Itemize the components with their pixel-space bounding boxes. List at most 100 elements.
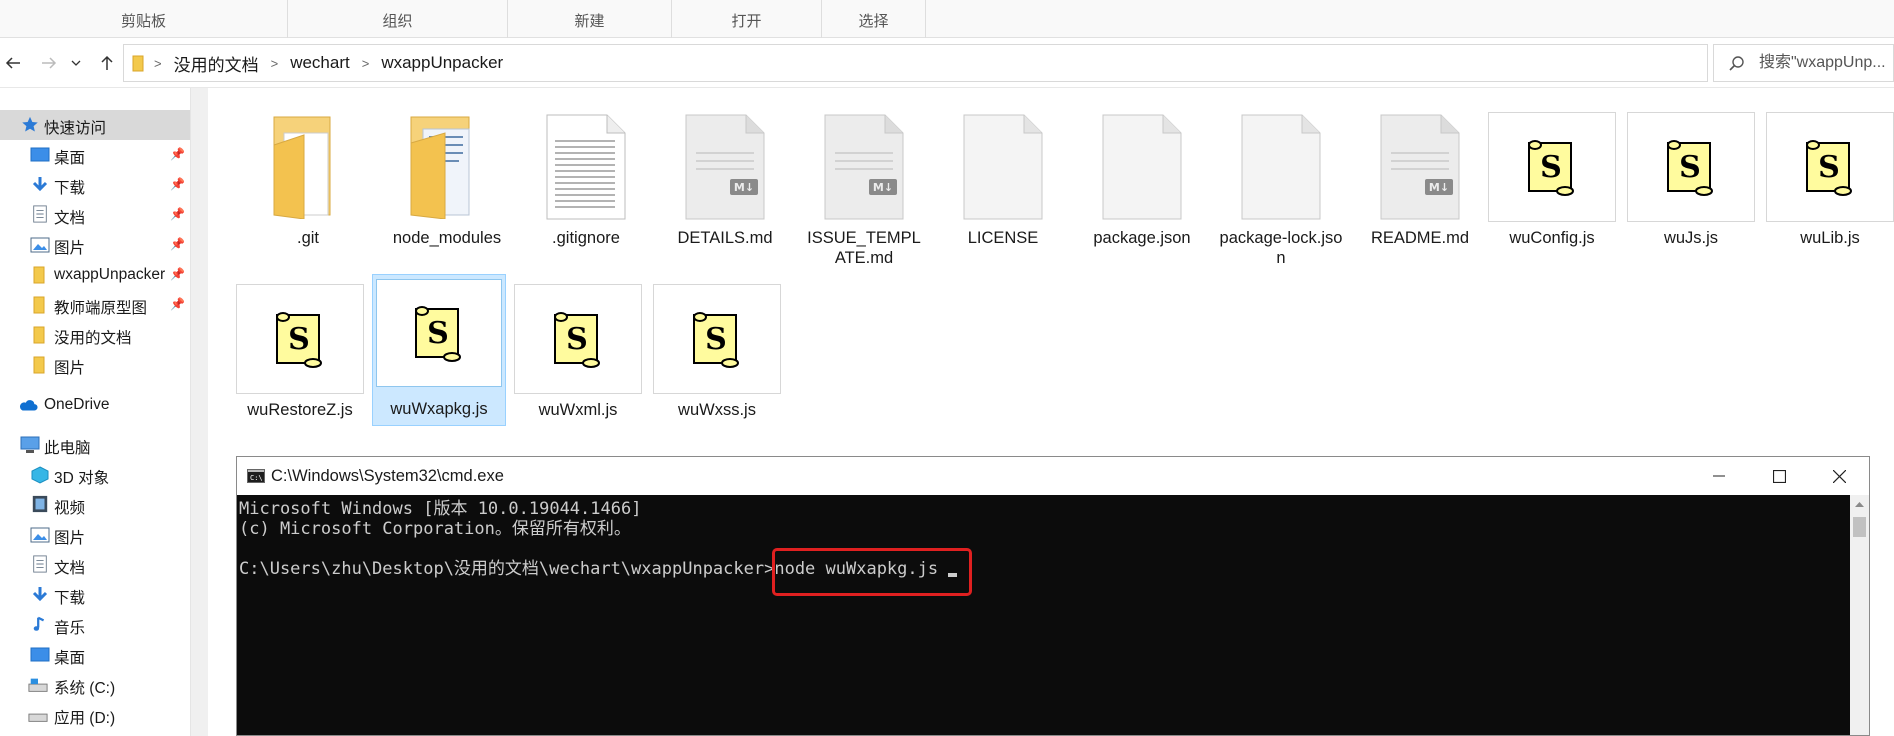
markdown-file-icon: M↓: [661, 112, 789, 222]
sidebar-item-onedrive[interactable]: OneDrive: [0, 390, 190, 420]
address-bar-row: > 没用的文档 > wechart > wxappUnpacker: [0, 38, 1894, 88]
minimize-button[interactable]: [1689, 457, 1749, 495]
sidebar-item-desktop[interactable]: 桌面 📌: [0, 140, 190, 170]
sidebar-item-quick-access[interactable]: 快速访问: [0, 110, 190, 140]
file-item-license[interactable]: LICENSE: [939, 98, 1067, 268]
search-box[interactable]: [1713, 44, 1894, 82]
breadcrumb-item[interactable]: 没用的文档: [170, 51, 263, 76]
console-command: node wuWxapkg.js: [774, 559, 939, 579]
sidebar-item-downloads-pc[interactable]: 下载: [0, 580, 190, 610]
file-item-node-modules[interactable]: node_modules: [383, 98, 511, 268]
file-item-wuwxml-js[interactable]: S wuWxml.js: [514, 270, 642, 440]
file-item-wurestorez-js[interactable]: S wuRestoreZ.js: [236, 270, 364, 440]
file-item-wuwxapkg-js[interactable]: S wuWxapkg.js: [372, 274, 506, 426]
breadcrumb-item[interactable]: wechart: [286, 53, 354, 73]
file-name: wuConfig.js: [1509, 229, 1595, 247]
sidebar-item-wxappunpacker[interactable]: wxappUnpacker 📌: [0, 260, 190, 290]
back-button[interactable]: [0, 50, 26, 76]
sidebar-item-pictures[interactable]: 图片 📌: [0, 230, 190, 260]
file-name: DETAILS.md: [677, 229, 773, 247]
pin-icon: 📌: [170, 267, 185, 281]
sidebar-item-drive-c[interactable]: 系统 (C:): [0, 670, 190, 700]
desktop-icon: [30, 147, 50, 162]
file-item-git[interactable]: .git: [244, 98, 372, 268]
sidebar-item-teacher-prototype[interactable]: 教师端原型图 📌: [0, 290, 190, 320]
sidebar-item-this-pc[interactable]: 此电脑: [0, 430, 190, 460]
markdown-file-icon: M↓: [1356, 112, 1484, 222]
blank-file-icon: [1078, 112, 1206, 222]
cube-icon: [31, 466, 49, 484]
folder-icon: [33, 356, 45, 374]
blank-file-icon: [939, 112, 1067, 222]
sidebar-item-music[interactable]: 音乐: [0, 610, 190, 640]
sidebar-item-label: 教师端原型图: [54, 300, 148, 317]
address-box[interactable]: > 没用的文档 > wechart > wxappUnpacker: [123, 44, 1811, 82]
file-item-package-lock-json[interactable]: package-lock.json: [1217, 98, 1345, 268]
folder-icon: [244, 112, 372, 222]
svg-text:S: S: [427, 316, 449, 351]
folder-icon: [33, 326, 45, 344]
breadcrumb-item[interactable]: wxappUnpacker: [377, 53, 507, 73]
search-input[interactable]: [1759, 45, 1894, 81]
breadcrumb-separator-icon: >: [361, 55, 370, 71]
file-name: .gitignore: [552, 229, 620, 247]
console-output[interactable]: Microsoft Windows [版本 10.0.19044.1466] (c…: [237, 495, 1849, 735]
search-icon: [1729, 56, 1744, 71]
scrollbar-thumb[interactable]: [1853, 517, 1866, 537]
ribbon-group-new[interactable]: 新建: [508, 0, 672, 38]
blank-file-icon: [1217, 112, 1345, 222]
file-item-package-json[interactable]: package.json: [1078, 98, 1206, 268]
maximize-button[interactable]: [1749, 457, 1809, 495]
breadcrumb-separator-icon: >: [270, 55, 279, 71]
file-item-readme-md[interactable]: M↓ README.md: [1356, 98, 1484, 268]
folder-icon: [383, 112, 511, 222]
breadcrumb: > 没用的文档 > wechart > wxappUnpacker: [124, 45, 507, 81]
sidebar-item-desktop-pc[interactable]: 桌面: [0, 640, 190, 670]
file-item-wujs-js[interactable]: S wuJs.js: [1627, 98, 1755, 268]
file-item-details-md[interactable]: M↓ DETAILS.md: [661, 98, 789, 268]
close-button[interactable]: [1809, 457, 1869, 495]
sidebar-item-pictures-folder[interactable]: 图片: [0, 350, 190, 380]
cmd-scrollbar[interactable]: [1850, 495, 1869, 735]
recent-locations-button[interactable]: [68, 50, 84, 76]
file-name: wuRestoreZ.js: [247, 401, 353, 419]
chevron-down-icon: [71, 60, 81, 66]
ribbon-group-select[interactable]: 选择: [822, 0, 926, 38]
sidebar-item-label: 桌面: [54, 650, 86, 667]
ribbon-group-organize[interactable]: 组织: [288, 0, 508, 38]
file-item-issue-template-md[interactable]: M↓ ISSUE_TEMPLATE.md: [800, 98, 928, 268]
file-item-gitignore[interactable]: .gitignore: [522, 98, 650, 268]
sidebar-item-pictures-pc[interactable]: 图片: [0, 520, 190, 550]
sidebar-item-documents-pc[interactable]: 文档: [0, 550, 190, 580]
drive-icon: [28, 678, 48, 692]
sidebar-item-downloads[interactable]: 下载 📌: [0, 170, 190, 200]
desktop-icon: [30, 647, 50, 662]
script-file-icon: S: [1488, 112, 1616, 222]
sidebar-item-useless-docs[interactable]: 没用的文档: [0, 320, 190, 350]
ribbon-group-open[interactable]: 打开: [672, 0, 822, 38]
up-button[interactable]: [94, 50, 120, 76]
sidebar-item-documents[interactable]: 文档 📌: [0, 200, 190, 230]
download-icon: [32, 587, 48, 602]
file-item-wulib-js[interactable]: S wuLib.js: [1766, 98, 1894, 268]
cmd-title-bar[interactable]: C:\ C:\Windows\System32\cmd.exe: [237, 457, 1869, 495]
sidebar-item-label: 音乐: [54, 620, 86, 637]
svg-text:M↓: M↓: [734, 181, 754, 194]
computer-icon: [20, 436, 40, 453]
file-name: wuLib.js: [1800, 229, 1860, 247]
sidebar-scrollbar[interactable]: [190, 88, 208, 736]
scroll-up-arrow-icon[interactable]: [1855, 501, 1864, 507]
console-line: Microsoft Windows [版本 10.0.19044.1466]: [239, 499, 642, 519]
file-item-wuconfig-js[interactable]: S wuConfig.js: [1488, 98, 1616, 268]
sidebar-item-drive-d[interactable]: 应用 (D:): [0, 700, 190, 730]
forward-button[interactable]: [36, 50, 62, 76]
folder-icon: [33, 296, 45, 314]
sidebar-item-3d-objects[interactable]: 3D 对象: [0, 460, 190, 490]
ribbon-group-clipboard[interactable]: 剪贴板: [0, 0, 288, 38]
cmd-window[interactable]: C:\ C:\Windows\System32\cmd.exe Microsof…: [236, 456, 1870, 736]
sidebar-item-videos[interactable]: 视频: [0, 490, 190, 520]
drive-icon: [28, 713, 48, 722]
file-item-wuwxss-js[interactable]: S wuWxss.js: [653, 270, 781, 440]
sidebar-item-label: 3D 对象: [54, 470, 110, 487]
